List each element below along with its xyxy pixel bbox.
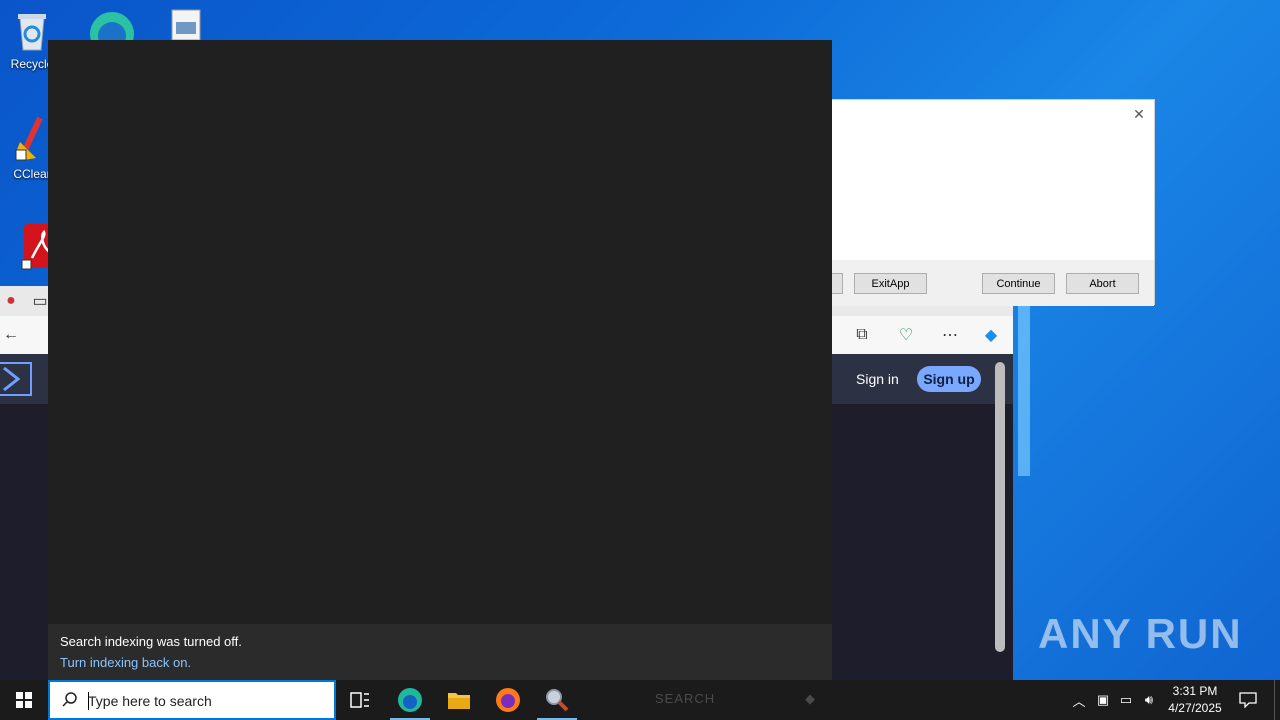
sign-up-button[interactable]: Sign up	[917, 366, 981, 392]
faint-search-label: SEARCH	[655, 691, 716, 706]
taskbar-edge[interactable]	[386, 680, 434, 720]
search-icon	[62, 692, 77, 707]
close-icon[interactable]: ✕	[1131, 106, 1147, 122]
anyrun-watermark: ANY RUN	[1038, 610, 1243, 657]
tray-network[interactable]: ▭	[1115, 680, 1137, 720]
indexing-notice: Search indexing was turned off. Turn ind…	[48, 624, 832, 680]
file-icon	[171, 9, 201, 41]
show-hidden-icons[interactable]: ︿	[1068, 680, 1090, 720]
clock-date: 4/27/2025	[1168, 701, 1222, 715]
taskbar-firefox[interactable]	[484, 680, 532, 720]
edge-icon	[398, 688, 422, 712]
taskbar-clock[interactable]: 3:31 PM 4/27/2025	[1160, 683, 1230, 717]
notification-icon	[1239, 692, 1257, 708]
windows-search-panel: Search indexing was turned off. Turn ind…	[48, 40, 832, 680]
profile-icon[interactable]: ●	[0, 290, 22, 312]
collections-icon[interactable]: ⧉	[851, 324, 873, 346]
turn-indexing-on-link[interactable]: Turn indexing back on.	[60, 655, 191, 670]
edge-icon	[90, 12, 134, 56]
search-placeholder: Type here to search	[88, 693, 212, 709]
recycle-bin-icon	[18, 14, 46, 51]
chevron-up-icon: ︿	[1072, 693, 1086, 709]
more-options-icon[interactable]: ⋯	[939, 324, 961, 346]
search-app-icon	[546, 689, 569, 712]
wallpaper-logo	[1018, 300, 1030, 476]
exitapp-button[interactable]: ExitApp	[854, 273, 927, 294]
faint-app-icon: ◆	[805, 691, 816, 706]
taskbar-file-explorer[interactable]	[435, 680, 483, 720]
dialog-footer: ExitApp Continue Abort	[821, 260, 1154, 306]
action-center-button[interactable]	[1234, 680, 1262, 720]
windows-logo-icon	[16, 692, 32, 708]
site-logo-icon[interactable]	[0, 362, 32, 396]
back-icon[interactable]: ←	[0, 324, 22, 346]
script-error-dialog: ✕ ExitApp Continue Abort	[820, 99, 1155, 306]
taskbar-search-app[interactable]	[533, 680, 581, 720]
browser-essentials-icon[interactable]: ♡	[895, 324, 917, 346]
abort-button[interactable]: Abort	[1066, 273, 1139, 294]
firefox-icon	[496, 688, 520, 712]
tray-app-icon: ▣	[1096, 692, 1110, 707]
tray-app[interactable]: ▣	[1092, 680, 1114, 720]
task-view-button[interactable]	[336, 680, 384, 720]
start-button[interactable]	[0, 680, 48, 720]
indexing-notice-text: Search indexing was turned off.	[60, 634, 242, 649]
copilot-icon[interactable]: ◆	[980, 324, 1002, 346]
show-desktop-button[interactable]	[1274, 680, 1280, 720]
taskbar-search-box[interactable]: Type here to search	[48, 680, 336, 720]
taskbar: Type here to search SEARCH ◆ ︿ ▣ ▭ 🔊︎ 3:…	[0, 680, 1280, 720]
tray-volume[interactable]: 🔊︎	[1138, 680, 1160, 720]
volume-icon: 🔊︎	[1144, 692, 1154, 707]
task-view-icon	[350, 692, 369, 708]
continue-button[interactable]: Continue	[982, 273, 1055, 294]
desktop-icon-file[interactable]	[146, 8, 226, 43]
sign-in-link[interactable]: Sign in	[856, 371, 899, 387]
page-scrollbar[interactable]	[995, 362, 1005, 652]
network-icon: ▭	[1119, 692, 1133, 707]
file-explorer-icon	[448, 693, 470, 709]
clock-time: 3:31 PM	[1172, 684, 1218, 698]
